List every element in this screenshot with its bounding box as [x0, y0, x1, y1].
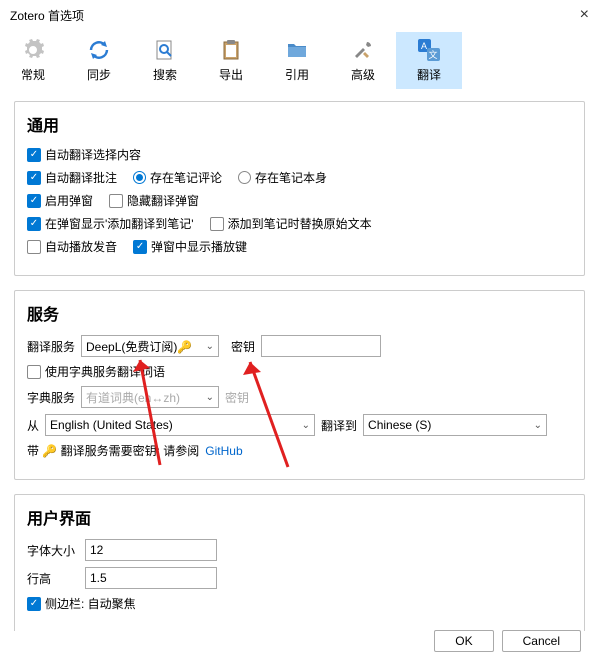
from-lang-select[interactable]: English (United States)⌄ [45, 414, 315, 436]
close-icon[interactable]: × [580, 6, 589, 24]
gear-icon [0, 36, 66, 64]
tab-advanced[interactable]: 高级 [330, 32, 396, 89]
general-title: 通用 [27, 112, 572, 136]
search-icon [132, 36, 198, 64]
tab-sync[interactable]: 同步 [66, 32, 132, 89]
line-height-label: 行高 [27, 570, 79, 587]
toolbar: 常规 同步 搜索 导出 引用 高级 A文 翻译 [0, 30, 599, 91]
sync-icon [66, 36, 132, 64]
chk-sidebar-autofocus[interactable]: 侧边栏: 自动聚焦 [27, 595, 136, 612]
secret-input[interactable] [261, 335, 381, 357]
dict-service-label: 字典服务 [27, 389, 75, 406]
ok-button[interactable]: OK [434, 630, 493, 652]
cancel-button[interactable]: Cancel [502, 630, 581, 652]
font-size-label: 字体大小 [27, 542, 79, 559]
tab-cite[interactable]: 引用 [264, 32, 330, 89]
to-label: 翻译到 [321, 417, 357, 434]
ui-title: 用户界面 [27, 505, 572, 529]
radio-save-body[interactable]: 存在笔记本身 [238, 169, 327, 186]
services-title: 服务 [27, 301, 572, 325]
chk-replace-original[interactable]: 添加到笔记时替换原始文本 [210, 215, 372, 232]
translate-service-select[interactable]: DeepL(免费订阅)🔑⌄ [81, 335, 219, 357]
radio-save-comment[interactable]: 存在笔记评论 [133, 169, 222, 186]
chk-show-add-note[interactable]: 在弹窗显示'添加翻译到笔记' [27, 215, 194, 232]
translate-service-label: 翻译服务 [27, 338, 75, 355]
chevron-down-icon: ⌄ [302, 420, 310, 431]
chk-show-play-btn[interactable]: 弹窗中显示播放键 [133, 238, 247, 255]
services-note: 带 🔑 翻译服务需要密钥; 请参阅 [27, 442, 199, 459]
from-label: 从 [27, 417, 39, 434]
svg-text:A: A [421, 41, 427, 51]
folder-icon [264, 36, 330, 64]
tab-export[interactable]: 导出 [198, 32, 264, 89]
panel-services: 服务 翻译服务 DeepL(免费订阅)🔑⌄ 密钥 使用字典服务翻译词语 字典服务… [14, 290, 585, 480]
translate-icon: A文 [396, 36, 462, 64]
svg-text:文: 文 [428, 49, 437, 60]
chevron-down-icon: ⌄ [206, 341, 214, 352]
chk-use-dict[interactable]: 使用字典服务翻译词语 [27, 363, 165, 380]
tab-general[interactable]: 常规 [0, 32, 66, 89]
chk-auto-translate-annotation[interactable]: 自动翻译批注 [27, 169, 117, 186]
dict-service-select[interactable]: 有道词典(en↔zh)⌄ [81, 386, 219, 408]
tools-icon [330, 36, 396, 64]
github-link[interactable]: GitHub [205, 444, 242, 458]
tab-search[interactable]: 搜索 [132, 32, 198, 89]
panel-ui: 用户界面 字体大小 行高 侧边栏: 自动聚焦 [14, 494, 585, 631]
font-size-input[interactable] [85, 539, 217, 561]
to-lang-select[interactable]: Chinese (S)⌄ [363, 414, 547, 436]
clipboard-icon [198, 36, 264, 64]
content: 通用 自动翻译选择内容 自动翻译批注 存在笔记评论 存在笔记本身 启用弹窗 隐藏… [0, 91, 599, 631]
footer: OK Cancel [434, 630, 581, 652]
chevron-down-icon: ⌄ [534, 420, 542, 431]
chk-enable-popup[interactable]: 启用弹窗 [27, 192, 93, 209]
window-title: Zotero 首选项 [10, 7, 84, 24]
tab-translate[interactable]: A文 翻译 [396, 32, 462, 89]
dict-secret-label: 密钥 [225, 389, 249, 406]
panel-general: 通用 自动翻译选择内容 自动翻译批注 存在笔记评论 存在笔记本身 启用弹窗 隐藏… [14, 101, 585, 276]
line-height-input[interactable] [85, 567, 217, 589]
chk-hide-popup[interactable]: 隐藏翻译弹窗 [109, 192, 199, 209]
secret-label: 密钥 [231, 338, 255, 355]
chk-auto-play[interactable]: 自动播放发音 [27, 238, 117, 255]
chevron-down-icon: ⌄ [206, 392, 214, 403]
titlebar: Zotero 首选项 × [0, 0, 599, 30]
chk-auto-translate-selection[interactable]: 自动翻译选择内容 [27, 146, 141, 163]
